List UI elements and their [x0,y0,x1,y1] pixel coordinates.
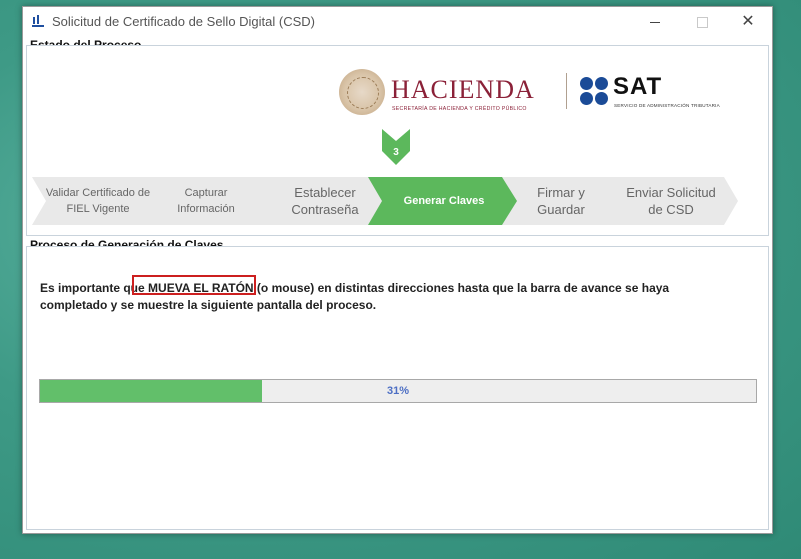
maximize-icon [697,17,708,28]
sat-title: SAT [613,73,663,100]
app-icon [32,15,44,28]
hacienda-logo: HACIENDA SECRETARÍA DE HACIENDA Y CRÉDIT… [339,69,559,117]
step-establecer: Establecer Contraseña [291,185,359,217]
highlight-box [132,275,256,295]
main-window: Solicitud de Certificado de Sello Digita… [22,6,773,534]
step-firmar: Firmar y Guardar [537,185,585,217]
step-capturar: Capturar Información [177,187,235,215]
sat-subtitle: SERVICIO DE ADMINISTRACIÓN TRIBUTARIA [614,103,720,108]
current-step-marker: 3 [382,129,410,165]
current-step-number: 3 [393,147,399,158]
process-steps: Validar Certificado de FIEL Vigente Capt… [32,177,752,225]
step-enviar: Enviar Solicitud de CSD [626,185,716,217]
mexico-seal-icon [339,69,385,115]
progress-label: 31% [386,385,410,397]
maximize-button[interactable] [679,7,725,37]
sat-logo-icon [580,77,610,107]
hacienda-subtitle: SECRETARÍA DE HACIENDA Y CRÉDITO PÚBLICO [392,106,527,112]
step-validar: Validar Certificado de FIEL Vigente [45,187,151,215]
step-generar: Generar Claves [403,195,485,207]
title-bar[interactable]: Solicitud de Certificado de Sello Digita… [23,7,772,37]
hacienda-title: HACIENDA [391,75,535,104]
minimize-button[interactable] [633,7,679,37]
window-title: Solicitud de Certificado de Sello Digita… [52,14,316,29]
minimize-icon [650,22,660,23]
logo-divider [566,73,567,109]
progress-bar: 31% [39,379,757,403]
close-icon: ✕ [741,13,755,30]
close-button[interactable]: ✕ [725,7,771,37]
